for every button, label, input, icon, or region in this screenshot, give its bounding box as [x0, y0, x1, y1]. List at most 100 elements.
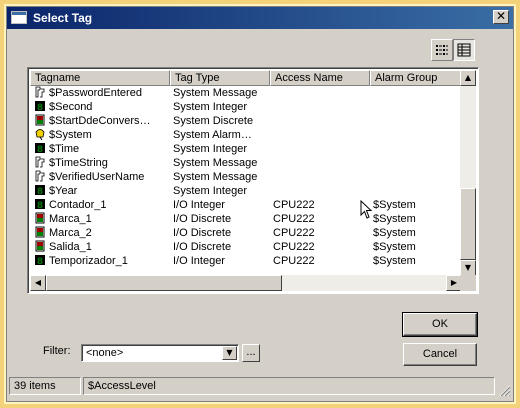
tagname-cell: $Second: [49, 101, 93, 113]
tag-message-icon: [34, 86, 48, 100]
window-icon: [11, 11, 27, 24]
column-header-tag-type[interactable]: Tag Type: [170, 70, 270, 86]
table-row[interactable]: $VerifiedUserName System Message: [30, 170, 464, 184]
tagname-cell: Contador_1: [49, 199, 107, 211]
table-row[interactable]: $StartDdeConvers… System Discrete: [30, 114, 464, 128]
svg-text:8: 8: [37, 257, 43, 266]
table-row[interactable]: $TimeString System Message: [30, 156, 464, 170]
scroll-left-button[interactable]: ◀: [30, 275, 46, 291]
list-header: Tagname Tag Type Access Name Alarm Group: [30, 70, 464, 86]
filter-value: <none>: [86, 347, 124, 359]
access-name-cell: CPU222: [273, 255, 315, 267]
tagname-cell: Marca_2: [49, 227, 92, 239]
tagname-cell: $StartDdeConvers…: [49, 115, 151, 127]
tag-type-cell: System Discrete: [173, 115, 254, 127]
table-row[interactable]: $System System Alarm…: [30, 128, 464, 142]
tag-type-cell: I/O Discrete: [173, 227, 232, 239]
table-row[interactable]: 8 $Time System Integer: [30, 142, 464, 156]
ok-button[interactable]: OK: [402, 312, 478, 337]
table-row[interactable]: Marca_1 I/O Discrete CPU222 $System: [30, 212, 464, 226]
status-selected-tag: $AccessLevel: [83, 377, 495, 395]
tag-discrete-icon: [34, 114, 48, 128]
alarm-group-cell: $System: [373, 241, 416, 253]
alarm-group-cell: $System: [373, 255, 416, 267]
tag-type-cell: System Message: [173, 171, 258, 183]
status-bar: 39 items $AccessLevel: [9, 377, 511, 397]
svg-text:8: 8: [37, 201, 43, 210]
access-name-cell: CPU222: [273, 199, 315, 211]
list-rows: $PasswordEntered System Message 8 $Second Sy…: [30, 86, 464, 276]
list-view-icon: [436, 45, 448, 55]
tag-message-icon: [34, 156, 48, 170]
details-view-button[interactable]: [453, 39, 475, 61]
table-row[interactable]: 8 $Year System Integer: [30, 184, 464, 198]
tagname-cell: $VerifiedUserName: [49, 171, 145, 183]
tag-integer-icon: 8: [34, 254, 48, 268]
tagname-cell: $TimeString: [49, 157, 108, 169]
tag-type-cell: System Message: [173, 87, 258, 99]
tag-type-cell: System Message: [173, 157, 258, 169]
tag-integer-icon: 8: [34, 142, 48, 156]
tag-type-cell: I/O Integer: [173, 199, 225, 211]
access-name-cell: CPU222: [273, 241, 315, 253]
close-button[interactable]: ✕: [493, 10, 509, 24]
tag-message-icon: [34, 170, 48, 184]
alarm-group-cell: $System: [373, 227, 416, 239]
column-header-access-name[interactable]: Access Name: [270, 70, 370, 86]
tagname-cell: $Time: [49, 143, 80, 155]
vertical-scroll-thumb[interactable]: [460, 188, 476, 260]
tag-discrete-icon: [34, 212, 48, 226]
title-bar[interactable]: Select Tag ✕: [7, 7, 513, 29]
scroll-corner: [460, 275, 476, 291]
column-header-tagname[interactable]: Tagname: [30, 70, 170, 86]
table-row[interactable]: 8 Temporizador_1 I/O Integer CPU222 $System: [30, 254, 464, 268]
alarm-group-cell: $System: [373, 199, 416, 211]
window-title: Select Tag: [33, 11, 93, 25]
resize-grip-icon[interactable]: [497, 383, 511, 397]
tag-type-cell: System Integer: [173, 185, 247, 197]
mouse-cursor-icon: [360, 200, 373, 219]
tag-integer-icon: 8: [34, 100, 48, 114]
filter-browse-button[interactable]: ...: [242, 344, 260, 362]
list-view-button[interactable]: [431, 39, 453, 61]
cancel-button[interactable]: Cancel: [403, 343, 477, 366]
tag-discrete-icon: [34, 226, 48, 240]
tag-integer-icon: 8: [34, 198, 48, 212]
access-name-cell: CPU222: [273, 213, 315, 225]
vertical-scrollbar[interactable]: ▲ ▼: [460, 70, 476, 276]
tagname-cell: $Year: [49, 185, 78, 197]
horizontal-scrollbar[interactable]: ◀ ▶: [30, 275, 462, 291]
tag-type-cell: I/O Discrete: [173, 213, 232, 225]
table-row[interactable]: Marca_2 I/O Discrete CPU222 $System: [30, 226, 464, 240]
select-tag-dialog: Select Tag ✕ Tagname Tag Type Access Nam…: [6, 6, 514, 402]
horizontal-scroll-thumb[interactable]: [46, 275, 282, 291]
tagname-cell: Temporizador_1: [49, 255, 128, 267]
column-header-alarm-group[interactable]: Alarm Group: [370, 70, 464, 86]
chevron-down-icon[interactable]: ▼: [222, 346, 237, 360]
table-row[interactable]: 8 $Second System Integer: [30, 100, 464, 114]
tagname-cell: Marca_1: [49, 213, 92, 225]
svg-text:8: 8: [37, 145, 43, 154]
table-row[interactable]: $PasswordEntered System Message: [30, 86, 464, 100]
tagname-cell: $PasswordEntered: [49, 87, 142, 99]
tag-alarm-icon: [34, 128, 48, 142]
tag-integer-icon: 8: [34, 184, 48, 198]
svg-text:8: 8: [37, 187, 43, 196]
alarm-group-cell: $System: [373, 213, 416, 225]
scroll-down-button[interactable]: ▼: [460, 260, 476, 276]
details-view-icon: [457, 43, 471, 57]
filter-label: Filter:: [43, 345, 71, 357]
svg-text:8: 8: [37, 103, 43, 112]
tag-list[interactable]: Tagname Tag Type Access Name Alarm Group…: [27, 67, 479, 294]
tag-type-cell: System Alarm…: [173, 129, 252, 141]
tagname-cell: Salida_1: [49, 241, 92, 253]
tag-type-cell: I/O Discrete: [173, 241, 232, 253]
tag-discrete-icon: [34, 240, 48, 254]
tag-type-cell: I/O Integer: [173, 255, 225, 267]
status-item-count: 39 items: [9, 377, 81, 395]
table-row[interactable]: 8 Contador_1 I/O Integer CPU222 $System: [30, 198, 464, 212]
tagname-cell: $System: [49, 129, 92, 141]
scroll-up-button[interactable]: ▲: [460, 70, 476, 86]
table-row[interactable]: Salida_1 I/O Discrete CPU222 $System: [30, 240, 464, 254]
filter-dropdown[interactable]: <none> ▼: [81, 344, 239, 362]
